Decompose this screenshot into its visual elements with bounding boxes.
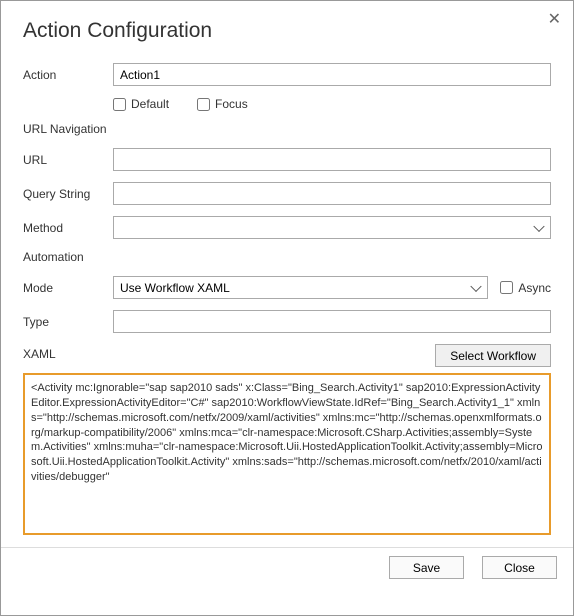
type-label: Type <box>23 315 113 329</box>
close-icon[interactable]: ✕ <box>548 9 561 29</box>
save-button[interactable]: Save <box>389 556 464 579</box>
focus-checkbox-label: Focus <box>215 97 248 111</box>
xaml-label: XAML <box>23 347 113 361</box>
type-input[interactable] <box>113 310 551 333</box>
default-checkbox-wrap[interactable]: Default <box>113 97 169 111</box>
mode-row: Mode Async <box>23 276 551 299</box>
mode-label: Mode <box>23 281 113 295</box>
xaml-textarea[interactable]: <Activity mc:Ignorable="sap sap2010 sads… <box>23 373 551 535</box>
url-navigation-section-label: URL Navigation <box>23 122 551 136</box>
url-row: URL <box>23 148 551 171</box>
default-checkbox[interactable] <box>113 98 126 111</box>
select-workflow-button[interactable]: Select Workflow <box>435 344 551 367</box>
method-row: Method <box>23 216 551 239</box>
close-button[interactable]: Close <box>482 556 557 579</box>
action-input[interactable] <box>113 63 551 86</box>
xaml-row: XAML Select Workflow <box>23 344 551 367</box>
url-label: URL <box>23 153 113 167</box>
async-checkbox[interactable] <box>500 281 513 294</box>
query-string-label: Query String <box>23 187 113 201</box>
focus-checkbox-wrap[interactable]: Focus <box>197 97 248 111</box>
async-checkbox-label: Async <box>518 281 551 295</box>
async-checkbox-wrap[interactable]: Async <box>500 281 551 295</box>
dialog-footer: Save Close <box>1 547 573 579</box>
action-row: Action <box>23 63 551 86</box>
type-row: Type <box>23 310 551 333</box>
method-select[interactable] <box>113 216 551 239</box>
default-checkbox-label: Default <box>131 97 169 111</box>
query-string-row: Query String <box>23 182 551 205</box>
method-label: Method <box>23 221 113 235</box>
action-configuration-dialog: ✕ Action Configuration Action Default Fo… <box>1 1 573 579</box>
checkbox-row: Default Focus <box>23 97 551 111</box>
automation-section-label: Automation <box>23 250 551 264</box>
focus-checkbox[interactable] <box>197 98 210 111</box>
mode-select[interactable] <box>113 276 488 299</box>
query-string-input[interactable] <box>113 182 551 205</box>
action-label: Action <box>23 68 113 82</box>
url-input[interactable] <box>113 148 551 171</box>
dialog-title: Action Configuration <box>23 19 551 43</box>
